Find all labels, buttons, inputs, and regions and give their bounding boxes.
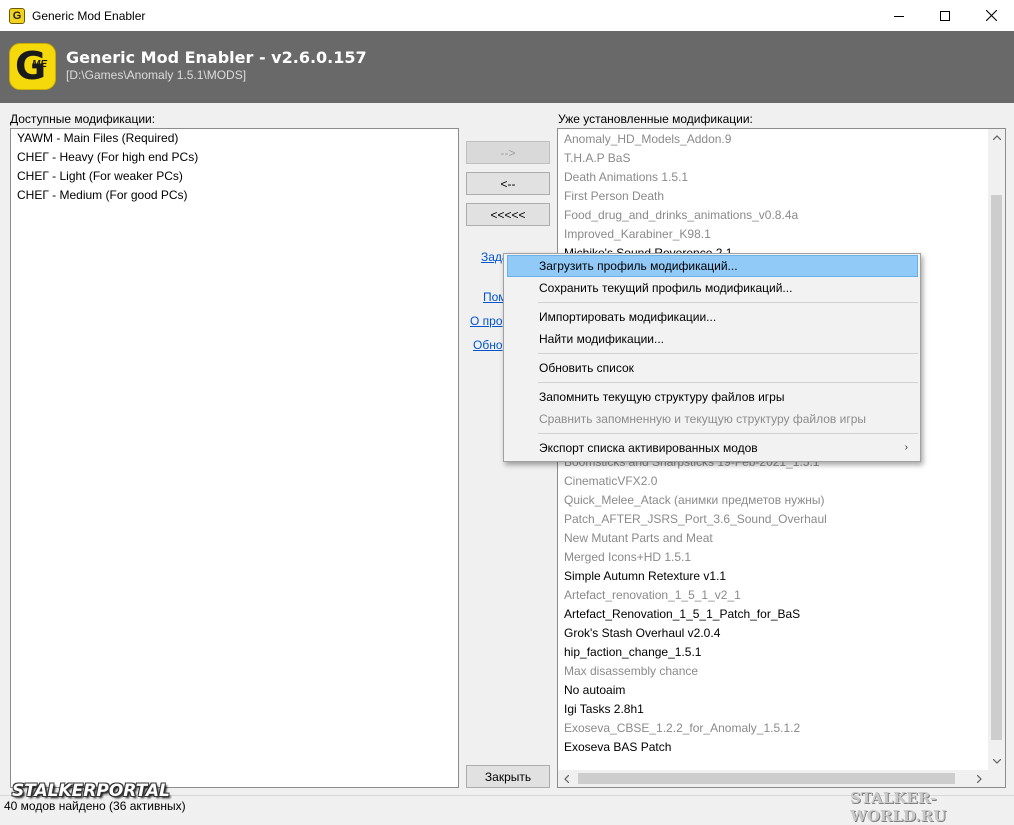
scroll-thumb[interactable]: [991, 195, 1002, 740]
list-item[interactable]: Food_drug_and_drinks_animations_v0.8.4a: [558, 206, 988, 225]
list-item[interactable]: New Mutant Parts and Meat: [558, 529, 988, 548]
gme-logo: G ME: [9, 43, 56, 90]
list-item[interactable]: Simple Autumn Retexture v1.1: [558, 567, 988, 586]
menu-refresh-list[interactable]: Обновить список: [507, 357, 918, 379]
window-title: Generic Mod Enabler: [32, 8, 146, 23]
list-item[interactable]: T.H.A.P BaS: [558, 149, 988, 168]
close-button[interactable]: [968, 0, 1014, 31]
app-title: Generic Mod Enabler - v2.6.0.157: [66, 48, 367, 67]
menu-find-mods[interactable]: Найти модификации...: [507, 328, 918, 350]
list-item[interactable]: Merged Icons+HD 1.5.1: [558, 548, 988, 567]
list-item[interactable]: No autoaim: [558, 681, 988, 700]
task-link[interactable]: Зада: [481, 250, 505, 264]
menu-compare-structure[interactable]: Сравнить запомненную и текущую структуру…: [507, 408, 918, 430]
header-banner: G ME Generic Mod Enabler - v2.6.0.157 [D…: [0, 31, 1014, 103]
remove-mod-button[interactable]: <--: [466, 172, 550, 195]
installed-items-top: Anomaly_HD_Models_Addon.9 T.H.A.P BaS Deat…: [558, 130, 988, 263]
list-item[interactable]: Anomaly_HD_Models_Addon.9: [558, 130, 988, 149]
close-icon: [985, 10, 997, 21]
available-mods-list[interactable]: YAWM - Main Files (Required) СНЕГ - Heav…: [10, 128, 459, 788]
scroll-down-icon[interactable]: [988, 753, 1005, 770]
list-item[interactable]: First Person Death: [558, 187, 988, 206]
scroll-up-icon[interactable]: [988, 129, 1005, 146]
list-item[interactable]: Igi Tasks 2.8h1: [558, 700, 988, 719]
submenu-arrow-icon: ›: [904, 442, 908, 453]
menu-export-label: Экспорт списка активированных модов: [539, 441, 758, 455]
menu-remember-structure[interactable]: Запомнить текущую структуру файлов игры: [507, 386, 918, 408]
hscroll-thumb[interactable]: [578, 773, 955, 784]
list-item[interactable]: Patch_AFTER_JSRS_Port_3.6_Sound_Overhaul: [558, 510, 988, 529]
status-text: 40 модов найдено (36 активных): [4, 799, 186, 813]
list-item[interactable]: Quick_Melee_Atack (анимки предметов нужн…: [558, 491, 988, 510]
menu-separator: [538, 382, 918, 383]
list-item[interactable]: СНЕГ - Medium (For good PCs): [11, 186, 458, 205]
watermark-stalkerportal: STALKERPORTAL: [12, 781, 170, 801]
list-item[interactable]: Max disassembly chance: [558, 662, 988, 681]
installed-items-bottom: Boomsticks and Sharpsticks 19-Feb-2021_1…: [558, 453, 988, 757]
add-mod-button[interactable]: -->: [466, 141, 550, 164]
logo-sub: ME: [32, 59, 47, 70]
menu-import-mods[interactable]: Импортировать модификации...: [507, 306, 918, 328]
title-bar[interactable]: G Generic Mod Enabler: [0, 0, 1014, 31]
menu-load-profile[interactable]: Загрузить профиль модификаций...: [507, 255, 918, 277]
scroll-left-icon[interactable]: [558, 770, 575, 787]
mods-path: [D:\Games\Anomaly 1.5.1\MODS]: [66, 68, 247, 82]
menu-separator: [538, 302, 918, 303]
menu-save-profile[interactable]: Сохранить текущий профиль модификаций...: [507, 277, 918, 299]
minimize-icon: [894, 15, 904, 17]
installed-mods-label: Уже установленные модификации:: [558, 112, 753, 126]
minimize-button[interactable]: [876, 0, 922, 31]
list-item[interactable]: СНЕГ - Light (For weaker PCs): [11, 167, 458, 186]
help-link[interactable]: Пом: [483, 290, 505, 304]
vertical-scrollbar[interactable]: [988, 129, 1005, 770]
close-window-button[interactable]: Закрыть: [466, 765, 550, 788]
list-item[interactable]: СНЕГ - Heavy (For high end PCs): [11, 148, 458, 167]
menu-export-list[interactable]: Экспорт списка активированных модов ›: [507, 437, 918, 459]
window-controls: [876, 0, 1014, 31]
maximize-button[interactable]: [922, 0, 968, 31]
menu-separator: [538, 353, 918, 354]
list-item[interactable]: Exoseva_CBSE_1.2.2_for_Anomaly_1.5.1.2: [558, 719, 988, 738]
list-item[interactable]: Grok's Stash Overhaul v2.0.4: [558, 624, 988, 643]
menu-separator: [538, 433, 918, 434]
scroll-right-icon[interactable]: [971, 770, 988, 787]
remove-all-button[interactable]: <<<<<: [466, 203, 550, 226]
list-item[interactable]: CinematicVFX2.0: [558, 472, 988, 491]
available-mods-label: Доступные модификации:: [10, 112, 156, 126]
list-item[interactable]: Exoseva BAS Patch: [558, 738, 988, 757]
list-item[interactable]: hip_faction_change_1.5.1: [558, 643, 988, 662]
list-item[interactable]: Artefact_renovation_1_5_1_v2_1: [558, 586, 988, 605]
list-item[interactable]: Improved_Karabiner_K98.1: [558, 225, 988, 244]
list-item[interactable]: Artefact_Renovation_1_5_1_Patch_for_BaS: [558, 605, 988, 624]
watermark-stalker-world: STALKER-WORLD.RU: [850, 789, 947, 825]
list-item[interactable]: YAWM - Main Files (Required): [11, 129, 458, 148]
app-icon: G: [9, 7, 25, 24]
about-link[interactable]: О про: [470, 314, 505, 328]
horizontal-scrollbar[interactable]: [558, 770, 988, 787]
scroll-corner: [988, 770, 1005, 787]
update-link[interactable]: Обно: [473, 338, 505, 352]
list-item[interactable]: Death Animations 1.5.1: [558, 168, 988, 187]
maximize-icon: [940, 10, 950, 21]
context-menu: Загрузить профиль модификаций... Сохрани…: [503, 253, 921, 462]
